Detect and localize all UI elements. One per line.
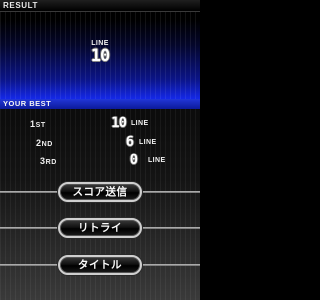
rank-unit-1: LINE xyxy=(131,120,149,127)
rank-label-2: 2ND xyxy=(36,138,53,148)
rank-label-3: 3RD xyxy=(40,156,57,166)
retry-row: リトライ xyxy=(0,217,200,239)
line-count-value: 10 xyxy=(80,46,120,66)
rank-row-1: 1ST 10 LINE xyxy=(0,115,200,134)
rail-right xyxy=(142,227,200,229)
rank-value-3: 0 xyxy=(129,152,138,168)
rank-unit-3: LINE xyxy=(148,157,166,164)
rank-suffix-1: ST xyxy=(35,122,46,129)
rail-left xyxy=(0,191,58,193)
rail-left xyxy=(0,227,58,229)
best-panel: YOUR BEST 1ST 10 LINE 2ND 6 LINE 3RD 0 L… xyxy=(0,99,200,300)
rank-row-2: 2ND 6 LINE xyxy=(0,134,200,153)
rank-unit-2: LINE xyxy=(139,139,157,146)
rank-suffix-2: ND xyxy=(41,141,53,148)
rank-label-1: 1ST xyxy=(30,119,46,129)
title-button[interactable]: タイトル xyxy=(58,255,142,275)
best-header-label: YOUR BEST xyxy=(3,99,52,108)
send-score-button[interactable]: スコア送信 xyxy=(58,182,142,202)
rank-suffix-3: RD xyxy=(45,159,57,166)
rail-right xyxy=(142,264,200,266)
rank-value-2: 6 xyxy=(125,134,134,150)
rail-left xyxy=(0,264,58,266)
result-panel: RESULT LINE 10 xyxy=(0,0,200,99)
result-header-bar: RESULT xyxy=(0,0,200,12)
best-header-bar: YOUR BEST xyxy=(0,99,200,109)
game-result-screen: RESULT LINE 10 YOUR BEST 1ST 10 LINE 2ND… xyxy=(0,0,200,300)
title-row: タイトル xyxy=(0,254,200,276)
rail-right xyxy=(142,191,200,193)
retry-button[interactable]: リトライ xyxy=(58,218,142,238)
result-header-label: RESULT xyxy=(3,1,39,10)
rank-value-1: 10 xyxy=(111,115,127,131)
send-score-row: スコア送信 xyxy=(0,181,200,203)
rank-row-3: 3RD 0 LINE xyxy=(0,152,200,171)
